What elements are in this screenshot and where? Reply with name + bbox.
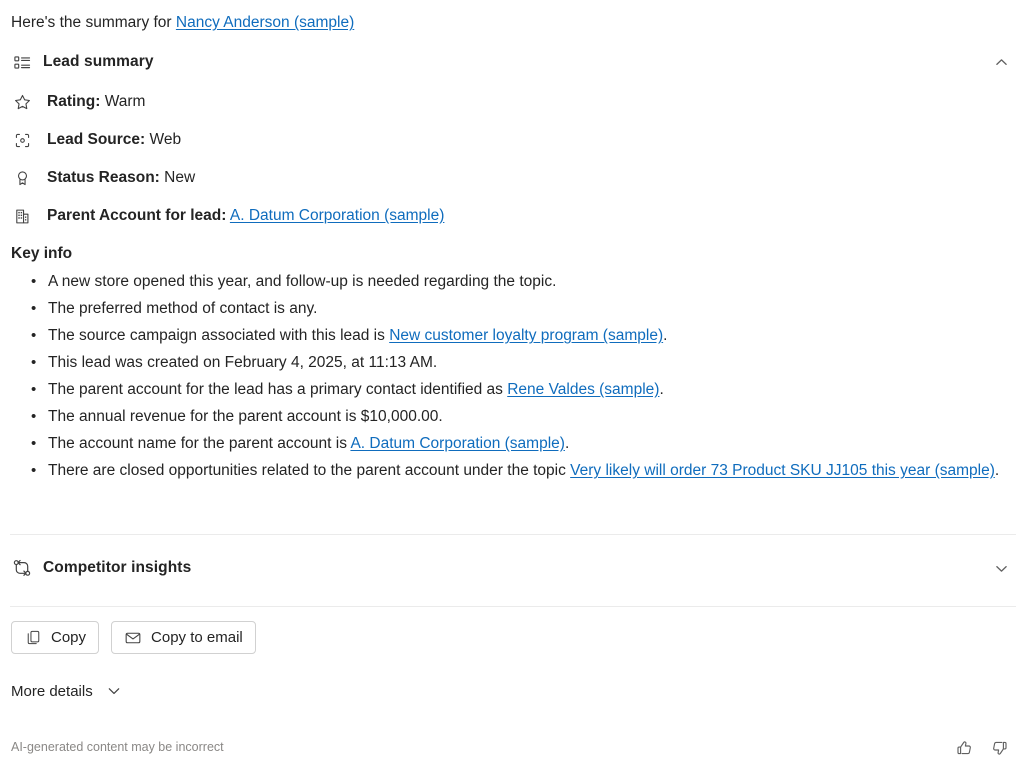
key-info-link[interactable]: Very likely will order 73 Product SKU JJ… bbox=[570, 462, 995, 479]
competitor-insights-title: Competitor insights bbox=[43, 559, 192, 576]
field-row: Parent Account for lead: A. Datum Corpor… bbox=[11, 203, 444, 229]
field-value: Warm bbox=[104, 93, 146, 110]
target-icon bbox=[11, 129, 33, 151]
key-info-link[interactable]: A. Datum Corporation (sample) bbox=[350, 435, 565, 452]
copy-icon bbox=[24, 629, 42, 647]
field-text: Lead Source: Web bbox=[47, 131, 181, 149]
mail-icon bbox=[124, 629, 142, 647]
key-info-item: There are closed opportunities related t… bbox=[31, 457, 1015, 484]
key-info-text: The annual revenue for the parent accoun… bbox=[48, 408, 443, 425]
ai-disclaimer: AI-generated content may be incorrect bbox=[11, 740, 224, 754]
key-info-item: The source campaign associated with this… bbox=[31, 322, 1015, 349]
intro-prefix: Here's the summary for bbox=[11, 14, 176, 31]
field-row: Rating: Warm bbox=[11, 89, 145, 115]
key-info-text: . bbox=[994, 462, 1000, 479]
ribbon-icon bbox=[11, 167, 33, 189]
key-info-link[interactable]: Rene Valdes (sample) bbox=[507, 381, 659, 398]
key-info-text: . bbox=[564, 435, 570, 452]
field-text: Rating: Warm bbox=[47, 93, 145, 111]
more-details-label: More details bbox=[11, 682, 93, 700]
thumbs-down-icon[interactable] bbox=[987, 735, 1013, 761]
field-text: Status Reason: New bbox=[47, 169, 195, 187]
key-info-item: The preferred method of contact is any. bbox=[31, 295, 1015, 322]
lead-summary-card: Here's the summary for Nancy Anderson (s… bbox=[0, 0, 1025, 765]
key-info-item: A new store opened this year, and follow… bbox=[31, 268, 1015, 295]
field-value: Web bbox=[149, 131, 182, 148]
key-info-text: This lead was created on February 4, 202… bbox=[48, 354, 438, 371]
key-info-text: The account name for the parent account … bbox=[48, 435, 351, 452]
divider bbox=[10, 534, 1016, 535]
more-details-toggle[interactable]: More details bbox=[11, 682, 123, 700]
copy-button[interactable]: Copy bbox=[11, 621, 100, 654]
field-label: Status Reason: bbox=[47, 169, 160, 186]
key-info-item: The account name for the parent account … bbox=[31, 430, 1015, 457]
competitor-insights-header[interactable]: Competitor insights bbox=[11, 553, 1015, 583]
lead-summary-header[interactable]: Lead summary bbox=[11, 47, 1015, 77]
list-icon bbox=[11, 51, 33, 73]
field-value: New bbox=[164, 169, 196, 186]
lead-name-link[interactable]: Nancy Anderson (sample) bbox=[176, 14, 354, 31]
key-info-text: . bbox=[663, 327, 668, 344]
key-info-item: The parent account for the lead has a pr… bbox=[31, 376, 1015, 403]
chevron-up-icon[interactable] bbox=[987, 48, 1015, 76]
feedback-controls bbox=[951, 735, 1013, 761]
field-label: Rating: bbox=[47, 93, 101, 110]
key-info-list: A new store opened this year, and follow… bbox=[0, 268, 1025, 484]
chevron-down-icon[interactable] bbox=[105, 682, 123, 700]
key-info-link[interactable]: New customer loyalty program (sample) bbox=[389, 327, 663, 344]
copy-button-label: Copy bbox=[51, 629, 87, 646]
field-label: Parent Account for lead: bbox=[47, 207, 227, 224]
field-text: Parent Account for lead: A. Datum Corpor… bbox=[47, 207, 444, 225]
key-info-text: The preferred method of contact is any. bbox=[48, 300, 318, 317]
key-info-item: This lead was created on February 4, 202… bbox=[31, 349, 1015, 376]
field-label: Lead Source: bbox=[47, 131, 146, 148]
key-info-text: A new store opened this year, and follow… bbox=[48, 273, 557, 290]
key-info-text: . bbox=[659, 381, 664, 398]
thumbs-up-icon[interactable] bbox=[951, 735, 977, 761]
field-row: Lead Source: Web bbox=[11, 127, 181, 153]
building-icon bbox=[11, 205, 33, 227]
key-info-text: The source campaign associated with this… bbox=[48, 327, 390, 344]
key-info-text: There are closed opportunities related t… bbox=[48, 462, 571, 479]
key-info-text: The parent account for the lead has a pr… bbox=[48, 381, 508, 398]
field-row: Status Reason: New bbox=[11, 165, 195, 191]
copy-to-email-button[interactable]: Copy to email bbox=[111, 621, 256, 654]
key-info-item: The annual revenue for the parent accoun… bbox=[31, 403, 1015, 430]
action-buttons: Copy Copy to email bbox=[11, 621, 256, 654]
key-info-title: Key info bbox=[11, 245, 73, 262]
intro-line: Here's the summary for Nancy Anderson (s… bbox=[11, 12, 354, 34]
divider bbox=[10, 606, 1016, 607]
parent-account-link[interactable]: A. Datum Corporation (sample) bbox=[230, 207, 445, 224]
star-icon bbox=[11, 91, 33, 113]
chevron-down-icon[interactable] bbox=[987, 554, 1015, 582]
copy-to-email-button-label: Copy to email bbox=[151, 629, 243, 646]
branch-swap-icon bbox=[11, 557, 33, 579]
lead-summary-title: Lead summary bbox=[43, 53, 154, 70]
